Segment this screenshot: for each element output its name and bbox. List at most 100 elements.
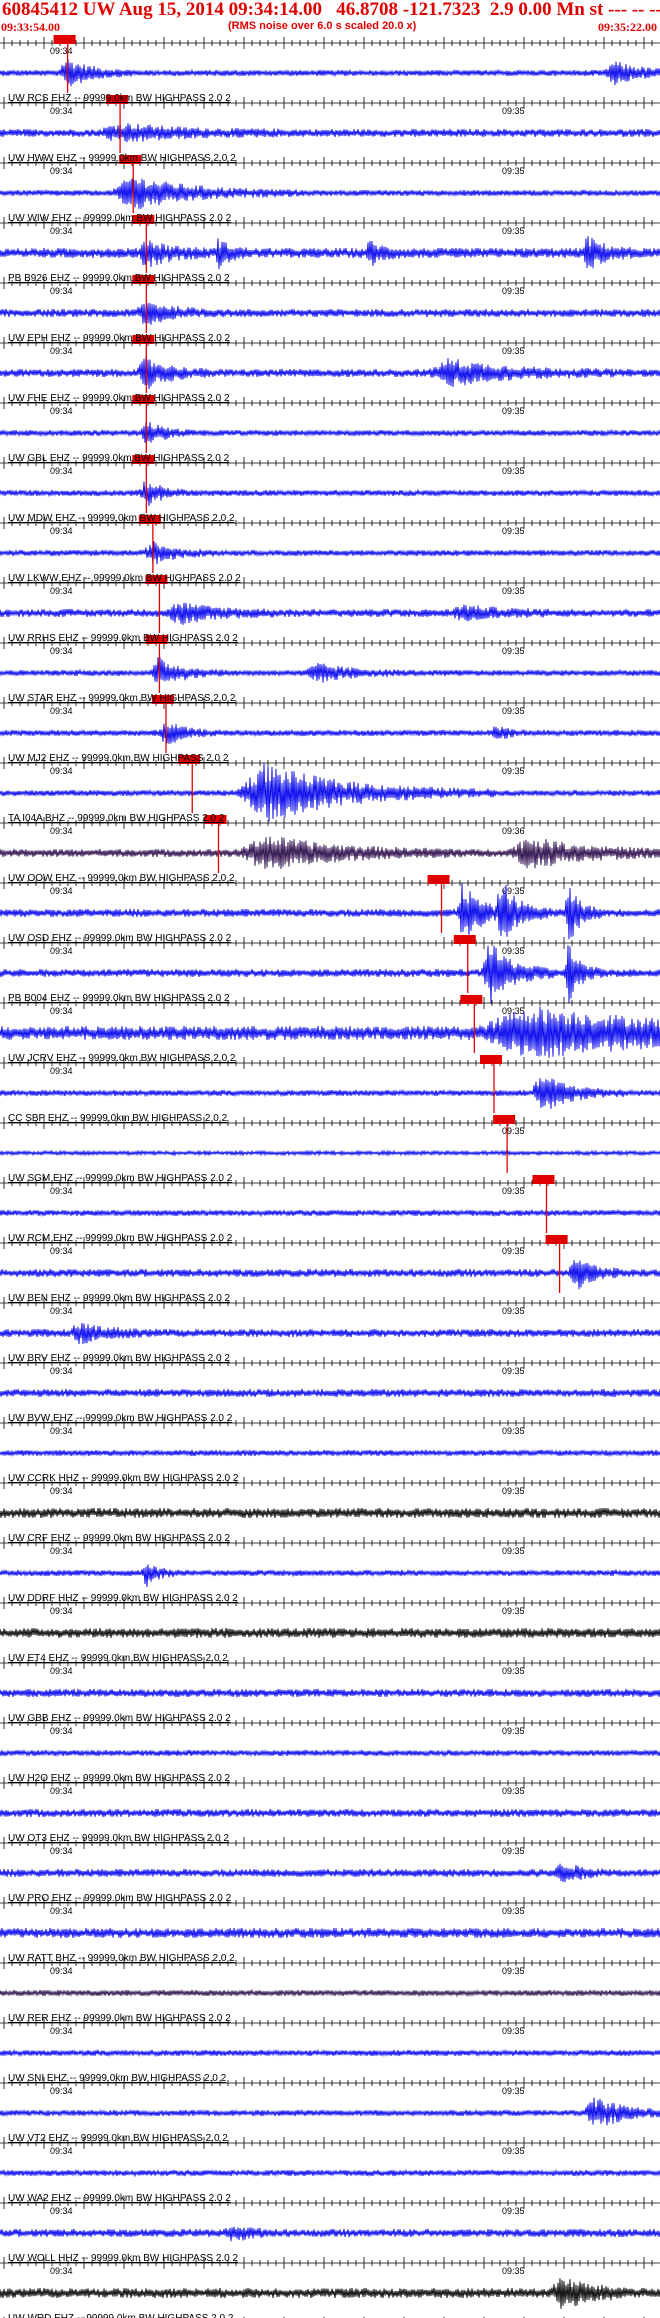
waveform xyxy=(0,481,660,506)
trace: 09:34 09:35 UW EPH EHZ -- 99999.0km BW HIG… xyxy=(0,333,660,393)
time-label: 09:34 xyxy=(50,1906,73,1916)
time-label: 09:34 xyxy=(50,1786,73,1796)
time-label: 09:35 xyxy=(502,226,525,236)
time-label: 09:34 xyxy=(50,1306,73,1316)
station-label: UW H2O EHZ -- 99999.0km BW HIGHPASS 2.0 … xyxy=(8,1773,231,1784)
station-label: UW OOW EHZ -- 99999.0km BW HIGHPASS 2.0 … xyxy=(8,873,235,884)
time-label: 09:34 xyxy=(50,586,73,596)
station-label: UW GBB EHZ -- 99999.0km BW HIGHPASS 2.0 … xyxy=(8,1713,231,1724)
trace: 09:34 09:35 UW MJ2 EHZ -- 99999.0km BW HIG… xyxy=(0,753,660,822)
time-label: 09:35 xyxy=(502,946,525,956)
time-label: 09:35 xyxy=(502,106,525,116)
time-label: 09:35 xyxy=(502,1726,525,1736)
trace: 09:34 09:35 UW RER EHZ -- 99999.0km BW HIG… xyxy=(0,2013,660,2058)
waveform xyxy=(0,2048,660,2058)
station-label: UW RRHS EHZ -- 99999.0km BW HIGHPASS 2.0… xyxy=(8,633,238,644)
pick-marker xyxy=(453,935,476,944)
time-label: 09:34 xyxy=(50,1726,73,1736)
trace: 09:34 09:35 UW ET4 EHZ -- 99999.0km BW HIG… xyxy=(0,1653,660,1698)
time-label: 09:34 xyxy=(50,826,73,836)
trace: 09:34 09:35 UW BEN EHZ -- 99999.0km BW HIG… xyxy=(0,1293,660,1345)
trace: 09:35 CC SBP EHZ -- 99999.0km BW HIGHPASS… xyxy=(0,1113,660,1173)
waveform xyxy=(0,123,660,143)
waveform xyxy=(0,883,660,940)
time-label: 09:34 xyxy=(50,946,73,956)
trace: 09:34 09:35UW OOW EHZ -- 99999.0km BW HIG… xyxy=(0,873,660,940)
time-label: 09:34 xyxy=(50,1006,73,1016)
time-label: 09:35 xyxy=(502,286,525,296)
time-label: 09:34 xyxy=(50,1066,73,1076)
waveform xyxy=(0,1627,660,1639)
trace: 09:34 09:35 UW FHE EHZ -- 99999.0km BW HIG… xyxy=(0,393,660,453)
station-label: UW RATT BHZ -- 99999.0km BW HIGHPASS 2.0… xyxy=(8,1953,235,1964)
trace: 09:34 09:35 UW RCS EHZ -- 99999.0km BW HIG… xyxy=(0,93,660,153)
time-label: 09:34 xyxy=(50,1966,73,1976)
time-label: 09:35 xyxy=(502,1786,525,1796)
time-label: 09:35 xyxy=(502,2266,525,2276)
trace: 09:34 09:35 UW CCRK HHZ -- 99999.0km BW HI… xyxy=(0,1473,660,1519)
time-label: 09:34 xyxy=(50,1666,73,1676)
time-label: 09:35 xyxy=(502,1246,525,1256)
start-time: 09:33:54.00 xyxy=(1,20,60,34)
time-label: 09:34 xyxy=(50,1366,73,1376)
time-label: 09:35 xyxy=(502,1966,525,1976)
time-label: 09:34 xyxy=(50,226,73,236)
time-label: 09:34 xyxy=(50,466,73,476)
waveform xyxy=(0,1448,660,1458)
time-label: 09:34 xyxy=(50,346,73,356)
time-label: 09:35 xyxy=(502,2146,525,2156)
station-label: UW RER EHZ -- 99999.0km BW HIGHPASS 2.0 … xyxy=(8,2013,231,2024)
time-label: 09:35 xyxy=(502,1426,525,1436)
station-label: UW HWW EHZ -- 99999.0km BW HIGHPASS 2.0 … xyxy=(8,153,236,164)
pick-marker xyxy=(545,1235,568,1244)
station-label: UW BEN EHZ -- 99999.0km BW HIGHPASS 2.0 … xyxy=(8,1293,231,1304)
end-time: 09:35:22.00 xyxy=(598,20,657,34)
trace: 09:34 09:35 UW RCM EHZ -- 99999.0km BW HIG… xyxy=(0,1233,660,1293)
station-label: UW VT2 EHZ -- 99999.0km BW HIGHPASS 2.0 … xyxy=(8,2133,228,2144)
station-label: UW OT3 EHZ -- 99999.0km BW HIGHPASS 2.0 … xyxy=(8,1833,229,1844)
waveform xyxy=(0,1078,660,1109)
time-label: 09:34 xyxy=(50,2206,73,2216)
trace: 09:34 09:35 UW BRV EHZ -- 99999.0km BW HIG… xyxy=(0,1353,660,1398)
waveform xyxy=(0,1507,660,1519)
time-label: 09:34 xyxy=(50,406,73,416)
time-label: 09:35 xyxy=(502,1486,525,1496)
time-label: 09:36 xyxy=(502,826,525,836)
station-label: UW SGM EHZ -- 99999.0km BW HIGHPASS 2.0 … xyxy=(8,1173,233,1184)
waveform xyxy=(0,59,660,87)
waveform xyxy=(0,2226,660,2242)
pick-marker xyxy=(532,1175,555,1184)
trace: 09:34 09:35 UW GBB EHZ -- 99999.0km BW HIG… xyxy=(0,1713,660,1758)
station-label: UW RCS EHZ -- 99999.0km BW HIGHPASS 2.0 … xyxy=(8,93,231,104)
station-label: UW LKWW EHZ -- 99999.0km BW HIGHPASS 2.0… xyxy=(8,573,241,584)
waveform xyxy=(0,421,660,443)
station-label: UW BRV EHZ -- 99999.0km BW HIGHPASS 2.0 … xyxy=(8,1353,230,1364)
time-label: 09:35 xyxy=(502,1366,525,1376)
waveform xyxy=(0,236,660,270)
trace: 09:34 09:35 UW CRF EHZ -- 99999.0km BW HIG… xyxy=(0,1533,660,1588)
trace: 09:34 09:35 UW HWW EHZ -- 99999.0km BW HIG… xyxy=(0,153,660,213)
time-label: 09:34 xyxy=(50,2146,73,2156)
station-label: PB B926 EHZ -- 99999.0km BW HIGHPASS 2.0… xyxy=(8,273,230,284)
trace: 09:34 09:35 UW VT2 EHZ -- 99999.0km BW HIG… xyxy=(0,2133,660,2178)
time-label: 09:34 xyxy=(50,1606,73,1616)
station-label: UW MJ2 EHZ -- 99999.0km BW HIGHPASS 2.0 … xyxy=(8,753,229,764)
time-label: 09:34 xyxy=(50,286,73,296)
time-label: 09:35 xyxy=(502,1846,525,1856)
waveform xyxy=(0,2168,660,2178)
time-label: 09:34 xyxy=(50,1246,73,1256)
waveform xyxy=(0,1149,660,1157)
noise-subtitle: (RMS noise over 6.0 s scaled 20.0 x) xyxy=(228,20,417,32)
waveform xyxy=(0,303,660,325)
trace: 09:34 09:36 TA I04A BHZ -- 99999.0km BW HI… xyxy=(0,813,660,873)
time-label: 09:35 xyxy=(502,766,525,776)
time-label: 09:34 xyxy=(50,646,73,656)
station-label: UW WOLL HHZ -- 99999.0km BW HIGHPASS 2.0… xyxy=(8,2253,238,2264)
station-label: UW CRF EHZ -- 99999.0km BW HIGHPASS 2.0 … xyxy=(8,1533,231,1544)
time-label: 09:34 xyxy=(50,1546,73,1556)
time-label: 09:34 xyxy=(50,2086,73,2096)
waveform xyxy=(0,1748,660,1758)
station-label: UW MDW EHZ -- 99999.0km BW HIGHPASS 2.0 … xyxy=(8,513,235,524)
time-label: 09:34 xyxy=(50,886,73,896)
trace: 09:34 09:35 UW WIW EHZ -- 99999.0km BW HIG… xyxy=(0,213,660,273)
